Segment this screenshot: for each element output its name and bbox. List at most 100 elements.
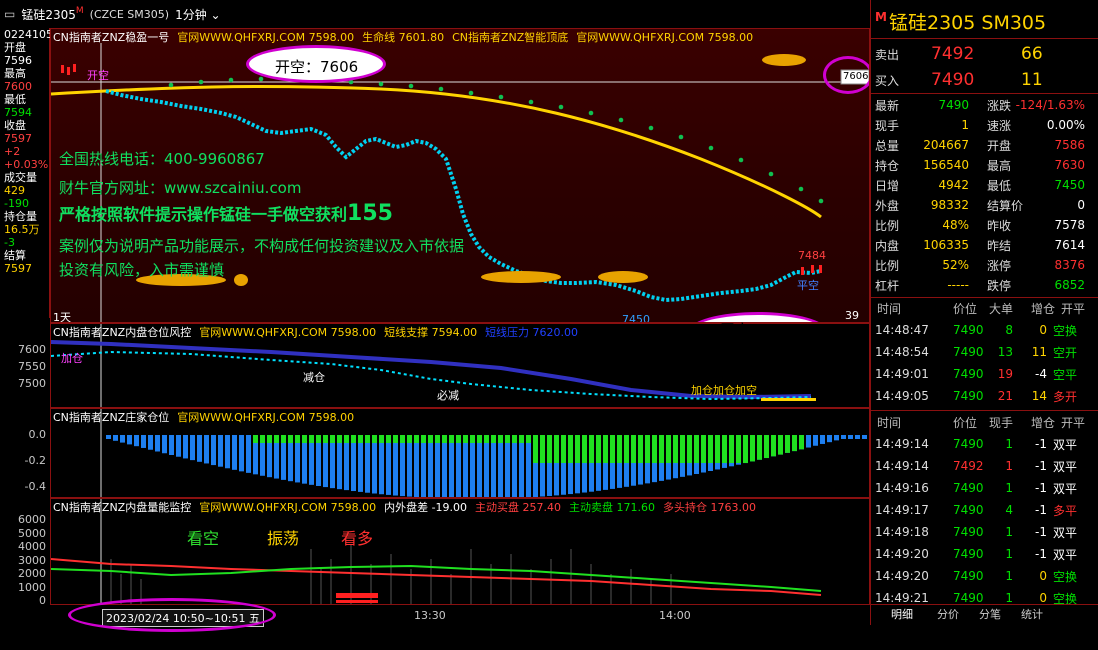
quote-row: 比例 48% 昨收 7578 <box>871 215 1098 235</box>
stat-value: 7450 <box>1054 178 1085 192</box>
tick-row: 14:49:01 7490 19 -4 空平 <box>871 364 1098 384</box>
tick-type: 双平 <box>1053 481 1078 496</box>
dealer-bar <box>477 435 482 497</box>
dealer-bar <box>512 435 517 497</box>
tick-type: 多开 <box>1053 389 1078 404</box>
stat-value: ----- <box>947 278 969 292</box>
symbol-name: 锰硅2305 <box>21 7 76 22</box>
tab-detail[interactable]: 明细 <box>891 606 913 622</box>
tick-type: 空开 <box>1053 345 1078 360</box>
stat-value: 98332 <box>930 198 969 212</box>
dealer-bar-top <box>603 435 608 463</box>
profit-value: 155 <box>347 201 393 226</box>
dealer-bar-top <box>764 435 769 459</box>
dealer-bar <box>407 435 412 497</box>
profit-text: 严格按照软件提示操作锰硅一手做空获利155 <box>59 201 393 226</box>
tick-price: 7490 <box>953 569 984 583</box>
window-icon[interactable]: ▭ <box>4 7 15 21</box>
tick-price: 7490 <box>953 389 984 403</box>
reduce-label: 减仓 <box>303 371 325 384</box>
dealer-bar-top <box>253 435 258 443</box>
dealer-bar-top <box>351 435 356 443</box>
tick-type: 空换 <box>1053 569 1078 584</box>
tick-type: 双平 <box>1053 437 1078 452</box>
dealer-bar-top <box>785 435 790 453</box>
stat-value: 156540 <box>923 158 969 172</box>
tab-stats[interactable]: 统计 <box>1021 606 1043 622</box>
mode-ranging[interactable]: 振荡 <box>267 525 299 549</box>
right-bottom-label: 39秒 <box>845 309 859 322</box>
dealer-bar-top <box>302 435 307 443</box>
mode-bullish[interactable]: 看多 <box>341 525 373 549</box>
tick-oi: 0 <box>1039 569 1047 583</box>
pane2-tick-0: 7600 <box>18 343 46 356</box>
tick-row: 14:49:18 7490 1 -1 双平 <box>871 522 1098 542</box>
dealer-bar <box>498 435 503 497</box>
dealer-bar-top <box>470 435 475 443</box>
dealer-bar <box>239 435 244 472</box>
pane3-tick-2: -0.4 <box>24 480 46 493</box>
ask-label: 卖出 <box>875 47 900 62</box>
dealer-bar <box>141 435 146 448</box>
ticks-header: 时间 价位 现手 增仓 开平 <box>871 412 1098 432</box>
price-chart-pane[interactable]: CN指南者ZNZ稳盈一号 官网WWW.QHFXRJ.COM 7598.00 生命… <box>50 28 870 323</box>
dealer-bar-top <box>610 435 615 463</box>
dealer-bar <box>393 435 398 496</box>
tick-amount: 1 <box>1005 459 1013 473</box>
tick-type: 双平 <box>1053 459 1078 474</box>
tick-price: 7490 <box>953 367 984 381</box>
ticks-header-cell: 开平 <box>1061 415 1086 430</box>
dealer-bar-top <box>414 435 419 443</box>
dealer-bar-top <box>631 435 636 463</box>
settle-value: 7597 <box>4 262 32 275</box>
dealer-bar-top <box>498 435 503 443</box>
tick-row: 14:49:20 7490 1 0 空换 <box>871 566 1098 586</box>
pane3-tick-0: 0.0 <box>28 428 47 441</box>
open-label: 开盘 <box>4 41 26 54</box>
stat-label: 最高 <box>987 158 1012 173</box>
ask-row[interactable]: 卖出 7492 66 <box>871 43 1098 65</box>
high-price-label: 7484 <box>798 249 826 262</box>
tick-time: 14:48:54 <box>875 345 929 359</box>
quote-panel: M 锰硅2305 SM305 卖出 7492 66 买入 7490 11 最新 7… <box>870 0 1098 625</box>
dealer-bar-top <box>666 435 671 463</box>
quote-row: 杠杆 ----- 跌停 6852 <box>871 275 1098 295</box>
dealer-bar <box>428 435 433 497</box>
stat-value: 0 <box>1077 198 1085 212</box>
dealer-bar <box>127 435 132 445</box>
dealer-bar <box>246 435 251 473</box>
dealer-bar-top <box>442 435 447 443</box>
quote-row: 最新 7490 涨跌 -124/1.63% <box>871 95 1098 115</box>
website-text: 财牛官方网址：www.szcainiu.com <box>59 179 302 197</box>
volume-monitor-pane[interactable]: CN指南者ZNZ内盘量能监控 官网WWW.QHFXRJ.COM 7598.00 … <box>50 498 870 605</box>
dealer-bar-top <box>652 435 657 463</box>
add-label: 加仓 <box>61 352 83 365</box>
period-select[interactable]: 1分钟 ⌄ <box>175 6 221 23</box>
stat-value: 0.00% <box>1046 118 1085 132</box>
change-value: +2 <box>4 145 21 158</box>
stat-label: 昨结 <box>987 238 1012 253</box>
dealer-bar <box>218 435 223 467</box>
dealer-bar <box>155 435 160 452</box>
bid-row[interactable]: 买入 7490 11 <box>871 69 1098 91</box>
dealer-bar-top <box>344 435 349 443</box>
pane2-axis: 7600 7550 7500 <box>0 343 50 390</box>
dealer-bar-top <box>533 435 538 463</box>
stat-value: 204667 <box>923 138 969 152</box>
dealer-bar-top <box>624 435 629 463</box>
mode-indicator <box>336 593 378 598</box>
dealer-bar-top <box>267 435 272 443</box>
dealer-bar-top <box>400 435 405 443</box>
dealer-bar <box>183 435 188 459</box>
cursor-price-callout <box>823 56 869 94</box>
dealer-position-pane[interactable]: CN指南者ZNZ庄家仓位 官网WWW.QHFXRJ.COM 7598.00 <box>50 408 870 498</box>
tab-trades[interactable]: 分笔 <box>979 606 1001 622</box>
stat-value: 7586 <box>1054 138 1085 152</box>
left-bottom-label: 1天 <box>53 311 71 323</box>
mode-bearish[interactable]: 看空 <box>187 525 219 549</box>
must-reduce-label: 必减 <box>437 389 459 402</box>
dealer-bar <box>827 435 832 443</box>
tab-price[interactable]: 分价 <box>937 606 959 622</box>
open-value: 7596 <box>4 54 32 67</box>
tick-row: 14:48:47 7490 8 0 空换 <box>871 320 1098 340</box>
